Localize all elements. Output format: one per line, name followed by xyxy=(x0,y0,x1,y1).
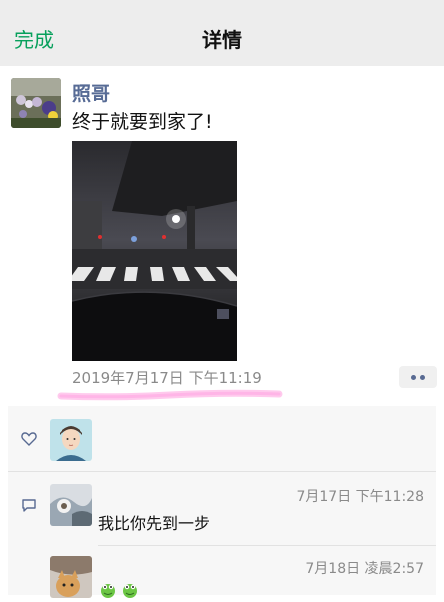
comment-item[interactable]: 7月17日 下午11:28 我比你先到一步 xyxy=(8,476,436,546)
post-photo[interactable] xyxy=(72,141,237,361)
moment-post: 照哥 终于就要到家了! 2019年7月17日 下午11:19 7月17日 下午1… xyxy=(0,66,444,598)
likes-row xyxy=(8,406,436,470)
nav-bar: 完成 详情 xyxy=(0,0,444,66)
comment-time: 7月18日 凌晨2:57 xyxy=(305,561,424,577)
frog-emoji-icon xyxy=(101,584,115,598)
interaction-panel: 7月17日 下午11:28 我比你先到一步 7月18日 凌晨2:57 xyxy=(8,406,436,598)
more-dots-icon xyxy=(411,374,416,380)
page-title: 详情 xyxy=(202,28,242,52)
emoji-stickers xyxy=(100,582,144,602)
heart-icon xyxy=(21,432,37,446)
comment-text: 我比你先到一步 xyxy=(98,514,211,533)
more-button[interactable] xyxy=(399,366,437,388)
comment-item[interactable]: 7月18日 凌晨2:57 xyxy=(8,546,436,598)
post-text: 终于就要到家了! xyxy=(72,111,213,133)
liker-avatar[interactable] xyxy=(50,419,92,461)
commenter-avatar[interactable] xyxy=(50,556,92,598)
author-name[interactable]: 照哥 xyxy=(72,79,110,106)
divider xyxy=(8,471,436,472)
comment-time: 7月17日 下午11:28 xyxy=(296,489,424,505)
author-avatar[interactable] xyxy=(11,78,61,128)
frog-emoji-icon xyxy=(123,584,137,598)
highlight-stroke xyxy=(57,389,283,401)
commenter-avatar[interactable] xyxy=(50,484,92,526)
